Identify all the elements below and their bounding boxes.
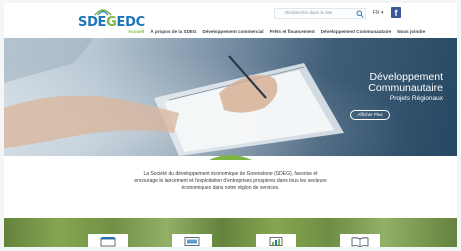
nav-item-accueil[interactable]: Accueil — [128, 29, 144, 34]
search-icon[interactable] — [356, 10, 364, 18]
nav-item-developpement-commercial[interactable]: Développement commercial — [203, 29, 264, 34]
green-arc-decoration — [209, 155, 252, 160]
services-band — [4, 218, 457, 247]
book-icon — [351, 237, 369, 247]
show-more-button[interactable]: Afficher Plus — [350, 110, 390, 120]
main-nav: Accueil À propos de la SDEG Développemen… — [128, 27, 431, 36]
logo-text-sde: SDE — [78, 15, 107, 30]
hero-title-line2: Communautaire — [368, 82, 443, 94]
band-overlay — [4, 218, 457, 247]
intro-text: La Société du développement économique d… — [134, 171, 327, 192]
nav-item-prets-financement[interactable]: Prêts et financement — [270, 29, 315, 34]
computer-icon — [184, 237, 200, 246]
chart-icon — [269, 237, 283, 246]
facebook-icon[interactable]: f — [391, 7, 401, 18]
intro-section: La Société du développement économique d… — [4, 155, 457, 218]
sdeg-logo[interactable]: SDEGEDC — [70, 7, 145, 30]
search-placeholder: Rechercher dans le site — [285, 10, 333, 15]
hero-banner: Développement Communautaire Projets Régi… — [4, 38, 457, 156]
browser-page: SDEGEDC Rechercher dans le site FR ▾ f A… — [4, 3, 457, 247]
nav-item-a-propos[interactable]: À propos de la SDEG — [150, 29, 196, 34]
store-icon — [100, 237, 116, 247]
hero-title: Développement Communautaire — [368, 72, 443, 94]
nav-item-nous-joindre[interactable]: Nous joindre — [397, 29, 425, 34]
language-selector[interactable]: FR ▾ — [373, 10, 384, 16]
hero-subtitle: Projets Régionaux — [389, 95, 443, 102]
logo-text-g: G — [106, 15, 117, 30]
nav-item-developpement-communautaire[interactable]: Développement Communautaire — [321, 29, 391, 34]
